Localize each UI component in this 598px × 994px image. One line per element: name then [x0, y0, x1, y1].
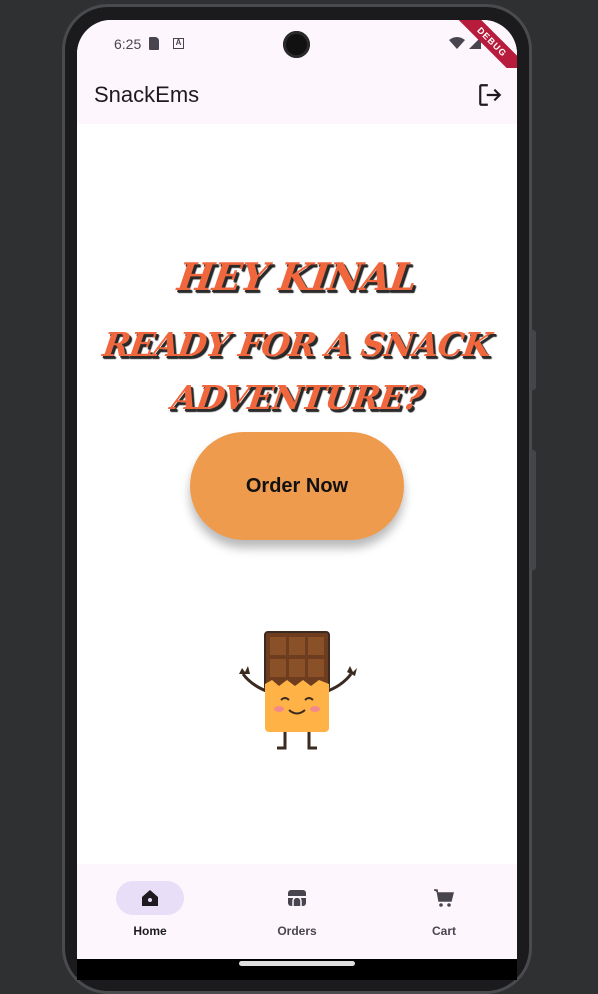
home-icon [142, 890, 158, 906]
cart-icon [434, 889, 454, 907]
greeting-line-3: ADVENTURE? [169, 378, 425, 417]
nav-label-cart: Cart [431, 924, 456, 938]
notification-a-icon: A [173, 38, 184, 49]
gesture-handle[interactable] [239, 961, 355, 966]
nav-item-orders[interactable]: Orders [247, 881, 347, 941]
sd-card-icon [149, 37, 159, 50]
app-title: SnackEms [94, 82, 200, 107]
volume-button [530, 450, 536, 570]
status-bar: 6:25 A DEBUG [77, 20, 517, 87]
store-icon [288, 890, 306, 906]
nav-label-home: Home [133, 924, 167, 938]
power-button [530, 330, 536, 390]
nav-item-home[interactable]: Home [100, 881, 200, 941]
nav-item-cart[interactable]: Cart [394, 881, 494, 941]
greeting-line-2: READY FOR A SNACK [100, 325, 494, 364]
home-content: HEY KINAL READY FOR A SNACK ADVENTURE? O… [77, 124, 517, 864]
app-bar: SnackEms [77, 68, 517, 124]
status-time: 6:25 [114, 36, 142, 52]
nav-label-orders: Orders [277, 924, 317, 938]
chocolate-bar-mascot-icon [239, 631, 357, 750]
bottom-navigation: Home Orders Cart [77, 864, 517, 959]
phone-screen: 6:25 A DEBUG SnackEms HEY KINAL READY FO… [77, 20, 517, 980]
front-camera [283, 31, 310, 58]
order-now-button[interactable]: Order Now [190, 432, 404, 540]
logout-icon[interactable] [477, 82, 503, 108]
greeting-line-1: HEY KINAL [174, 254, 420, 299]
